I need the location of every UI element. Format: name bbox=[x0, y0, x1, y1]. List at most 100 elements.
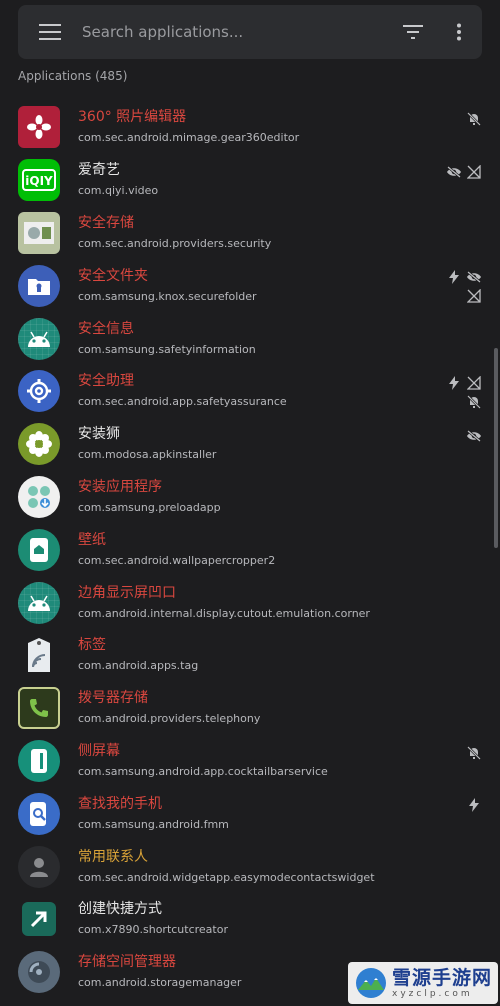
app-list-item[interactable]: 安全存储 com.sec.android.providers.security bbox=[0, 207, 500, 260]
app-status-icons bbox=[438, 428, 482, 444]
search-input[interactable] bbox=[82, 5, 390, 59]
app-package: com.samsung.preloadapp bbox=[78, 500, 221, 514]
flower-icon bbox=[18, 423, 60, 466]
app-name: 360° 照片编辑器 bbox=[78, 109, 187, 126]
filter-icon bbox=[403, 25, 423, 39]
app-name: 安装应用程序 bbox=[78, 478, 162, 495]
storage-manager-icon bbox=[18, 951, 60, 994]
no-notifications-icon bbox=[466, 111, 482, 127]
app-name: 边角显示屏凹口 bbox=[78, 584, 176, 601]
app-list-item[interactable]: 壁纸 com.sec.android.wallpapercropper2 bbox=[0, 523, 500, 576]
android-icon bbox=[18, 317, 60, 360]
more-options-button[interactable] bbox=[436, 5, 482, 59]
watermark-logo-icon bbox=[356, 968, 386, 998]
app-name: 常用联系人 bbox=[78, 848, 148, 865]
settings-gear-icon bbox=[18, 370, 60, 413]
app-package: com.samsung.knox.securefolder bbox=[78, 289, 257, 303]
app-name: 爱奇艺 bbox=[78, 162, 120, 179]
app-name: 存储空间管理器 bbox=[78, 954, 176, 971]
app-package: com.sec.android.wallpapercropper2 bbox=[78, 553, 276, 567]
app-package: com.qiyi.video bbox=[78, 184, 159, 198]
app-status-icons bbox=[438, 164, 482, 180]
watermark: 雪源手游网 xyzclp.com bbox=[348, 962, 498, 1004]
no-network-icon bbox=[466, 288, 482, 304]
app-name: 安装狮 bbox=[78, 426, 120, 443]
app-name: 安全助理 bbox=[78, 373, 134, 390]
app-package: com.android.apps.tag bbox=[78, 659, 199, 673]
phone-icon bbox=[18, 687, 60, 730]
app-package: com.android.internal.display.cutout.emul… bbox=[78, 606, 370, 620]
lightning-icon bbox=[446, 375, 462, 391]
app-list-item[interactable]: 侧屏幕 com.samsung.android.app.cocktailbarse… bbox=[0, 735, 500, 788]
hidden-icon bbox=[466, 428, 482, 444]
app-list-item[interactable]: 边角显示屏凹口 com.android.internal.display.cuto… bbox=[0, 576, 500, 629]
app-list-item[interactable]: 拨号器存储 com.android.providers.telephony bbox=[0, 682, 500, 735]
app-package: com.sec.android.widgetapp.easymodecontac… bbox=[78, 870, 375, 884]
hidden-icon bbox=[466, 269, 482, 285]
no-network-icon bbox=[466, 164, 482, 180]
app-package: com.android.providers.telephony bbox=[78, 712, 261, 726]
hamburger-icon bbox=[39, 24, 61, 40]
app-list-item[interactable]: 安全助理 com.sec.android.app.safetyassurance bbox=[0, 365, 500, 418]
app-name: 拨号器存储 bbox=[78, 690, 148, 707]
no-notifications-icon bbox=[466, 394, 482, 410]
app-name: 安全存储 bbox=[78, 214, 134, 231]
app-status-icons bbox=[438, 375, 482, 410]
scrollbar[interactable] bbox=[494, 348, 498, 548]
app-name: 侧屏幕 bbox=[78, 742, 120, 759]
app-list-item[interactable]: 安装应用程序 com.samsung.preloadapp bbox=[0, 471, 500, 524]
app-status-icons bbox=[438, 797, 482, 813]
gear360-icon bbox=[18, 106, 60, 149]
app-package: com.x7890.shortcutcreator bbox=[78, 923, 228, 937]
app-list-item[interactable]: iQIY 爱奇艺 com.qiyi.video bbox=[0, 154, 500, 207]
app-list-item[interactable]: 常用联系人 com.sec.android.widgetapp.easymodec… bbox=[0, 840, 500, 893]
section-title: Applications (485) bbox=[18, 69, 128, 83]
edge-panel-icon bbox=[18, 739, 60, 782]
wallpaper-home-icon bbox=[18, 528, 60, 571]
app-status-icons bbox=[438, 745, 482, 761]
app-list-item[interactable]: 标签 com.android.apps.tag bbox=[0, 629, 500, 682]
app-name: 安全信息 bbox=[78, 320, 134, 337]
app-list-item[interactable]: 安装狮 com.modosa.apkinstaller bbox=[0, 418, 500, 471]
secure-folder-icon bbox=[18, 264, 60, 307]
search-bar bbox=[18, 5, 482, 59]
app-status-icons bbox=[438, 269, 482, 304]
watermark-subtitle: xyzclp.com bbox=[392, 988, 473, 999]
app-name: 标签 bbox=[78, 637, 106, 654]
app-list-item[interactable]: 创建快捷方式 com.x7890.shortcutcreator bbox=[0, 893, 500, 946]
app-package: com.android.storagemanager bbox=[78, 976, 242, 990]
app-name: 安全文件夹 bbox=[78, 267, 148, 284]
nfc-tag-icon bbox=[18, 634, 60, 676]
hidden-icon bbox=[446, 164, 462, 180]
shortcut-arrow-icon bbox=[22, 902, 56, 937]
find-my-phone-icon bbox=[18, 792, 60, 835]
watermark-title: 雪源手游网 bbox=[392, 966, 493, 989]
app-package: com.samsung.android.fmm bbox=[78, 817, 229, 831]
app-list-item[interactable]: 安全文件夹 com.samsung.knox.securefolder bbox=[0, 259, 500, 312]
app-package: com.samsung.safetyinformation bbox=[78, 342, 256, 356]
app-package: com.sec.android.mimage.gear360editor bbox=[78, 131, 300, 145]
iqiyi-icon: iQIY bbox=[18, 159, 60, 202]
app-name: 壁纸 bbox=[78, 531, 106, 548]
lightning-icon bbox=[466, 797, 482, 813]
contact-person-icon bbox=[18, 845, 60, 888]
app-status-icons bbox=[438, 111, 482, 127]
security-storage-icon bbox=[18, 211, 60, 254]
filter-button[interactable] bbox=[390, 5, 436, 59]
app-package: com.samsung.android.app.cocktailbarservi… bbox=[78, 764, 328, 778]
app-package: com.modosa.apkinstaller bbox=[78, 448, 217, 462]
app-list-item[interactable]: 安全信息 com.samsung.safetyinformation bbox=[0, 312, 500, 365]
app-name: 创建快捷方式 bbox=[78, 901, 162, 918]
menu-button[interactable] bbox=[18, 5, 82, 59]
preload-apps-icon bbox=[18, 475, 60, 518]
app-list-item[interactable]: 查找我的手机 com.samsung.android.fmm bbox=[0, 787, 500, 840]
app-package: com.sec.android.providers.security bbox=[78, 236, 272, 250]
svg-text:iQIY: iQIY bbox=[25, 174, 53, 188]
android-icon bbox=[18, 581, 60, 624]
no-notifications-icon bbox=[466, 745, 482, 761]
app-name: 查找我的手机 bbox=[78, 795, 162, 812]
app-list-item[interactable]: 360° 照片编辑器 com.sec.android.mimage.gear360… bbox=[0, 101, 500, 154]
lightning-icon bbox=[446, 269, 462, 285]
app-package: com.sec.android.app.safetyassurance bbox=[78, 395, 287, 409]
app-list: 360° 照片编辑器 com.sec.android.mimage.gear360… bbox=[0, 101, 500, 999]
